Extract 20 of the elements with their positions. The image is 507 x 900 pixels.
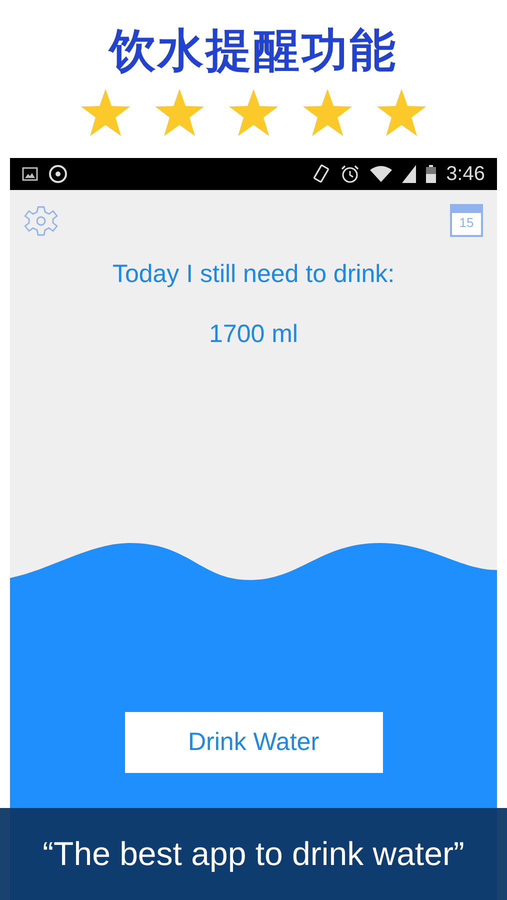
vibrate-icon bbox=[312, 164, 330, 184]
remaining-amount: 1700 ml bbox=[208, 318, 299, 350]
image-icon bbox=[22, 167, 38, 181]
status-time: 3:46 bbox=[446, 162, 485, 187]
message-text: Today I still need to drink: bbox=[111, 259, 396, 290]
star-icon bbox=[154, 88, 205, 137]
star-icon bbox=[80, 88, 131, 137]
alarm-icon bbox=[340, 164, 360, 184]
star-icon bbox=[228, 88, 279, 137]
signal-icon bbox=[402, 165, 416, 183]
settings-icon[interactable] bbox=[24, 204, 58, 238]
drink-water-button[interactable]: Drink Water bbox=[124, 712, 382, 773]
wifi-icon bbox=[370, 165, 392, 183]
quote-banner: “The best app to drink water” bbox=[0, 808, 507, 900]
calendar-icon[interactable]: 15 bbox=[450, 204, 483, 237]
battery-icon bbox=[426, 165, 436, 183]
circle-icon bbox=[48, 164, 68, 184]
headline: 饮水提醒功能 bbox=[110, 22, 398, 79]
star-icon bbox=[302, 88, 353, 137]
star-icon bbox=[376, 88, 427, 137]
